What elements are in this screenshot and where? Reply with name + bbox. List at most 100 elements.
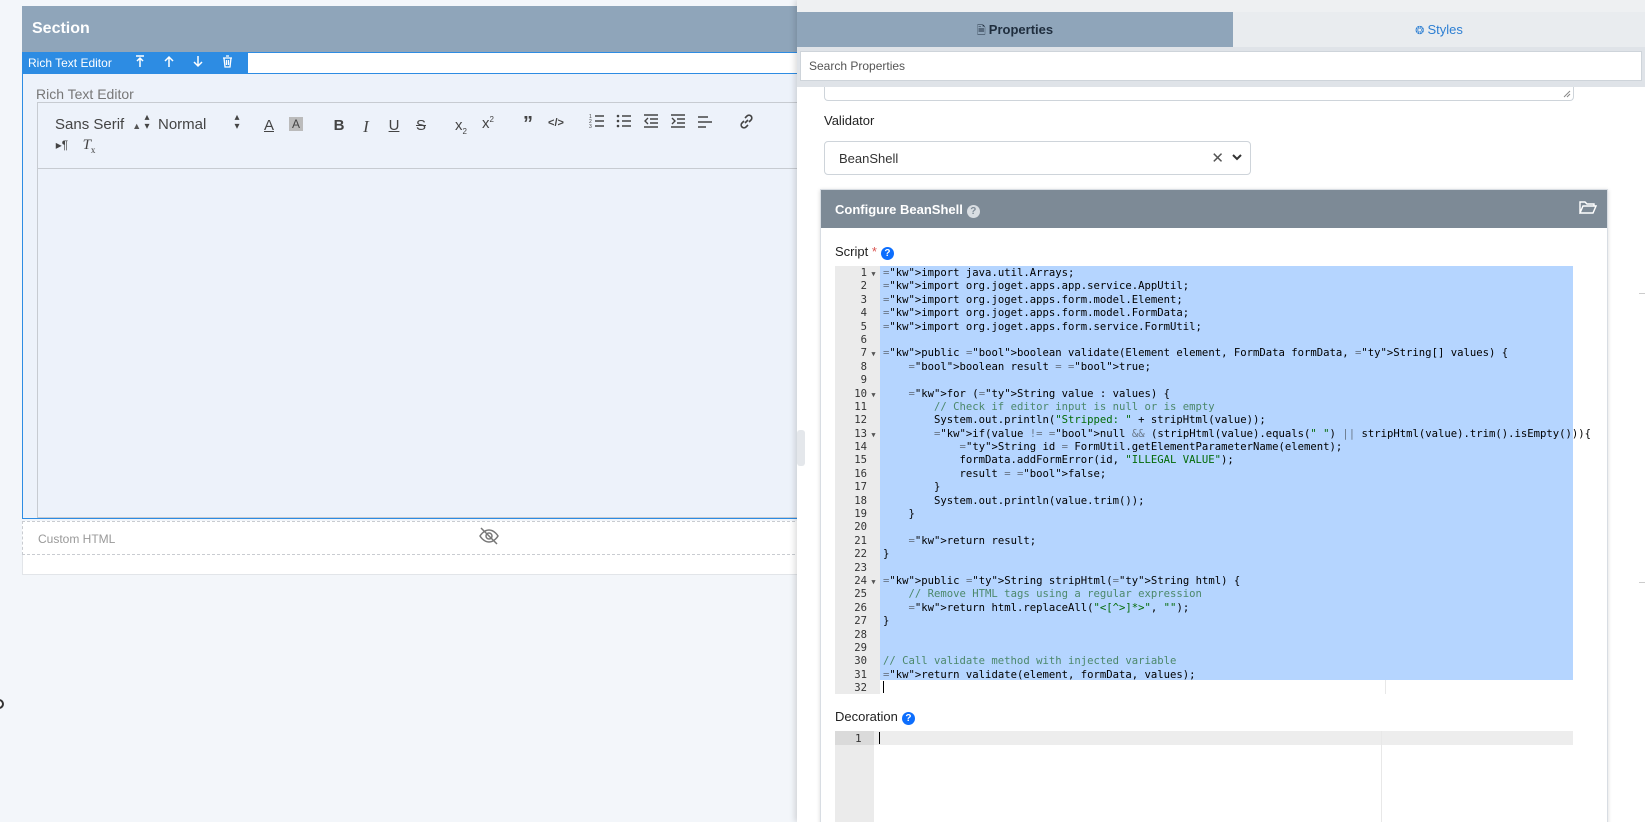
fold-arrow-icon[interactable]: ▼ (867, 268, 880, 281)
subscript-icon[interactable]: x2 (450, 117, 472, 136)
code-line: 11 // Check if editor input is null or i… (835, 400, 1214, 414)
outdent-icon[interactable] (640, 113, 662, 133)
properties-scroll-area[interactable]: Validator BeanShell ✕ Configure BeanShel… (797, 87, 1645, 822)
section-title: Section (32, 20, 90, 37)
code-line: 30 // Call validate method with injected … (835, 655, 1176, 668)
section-header[interactable]: Section (22, 6, 800, 52)
strikethrough-icon[interactable]: S (410, 117, 432, 134)
script-help-icon[interactable]: ? (880, 247, 894, 260)
clear-formatting-icon[interactable]: Tx (78, 137, 100, 155)
code-line: 26 ="kw">return html.replaceAll("<[^>]*>… (835, 602, 1189, 615)
move-to-parent-icon[interactable] (126, 55, 155, 71)
code-line: 22} (835, 548, 889, 561)
code-text: ="kw">import java.util.Arrays; (883, 267, 1075, 279)
code-line: 20 (835, 521, 880, 534)
italic-icon[interactable]: I (355, 117, 377, 137)
code-line: 19 } (835, 508, 915, 521)
fold-arrow-icon[interactable]: ▼ (867, 348, 880, 361)
code-line: 10 ▼ ="kw">for (="ty">String value : valu… (835, 388, 1170, 402)
fold-arrow-icon[interactable]: ▼ (867, 576, 880, 589)
config-panel-header: Configure BeanShell? (821, 190, 1607, 228)
decoration-label-text: Decoration (835, 709, 898, 724)
code-line: 15 formData.addFormError(id, "ILLEGAL VA… (835, 454, 1234, 467)
decoration-code-editor[interactable]: 1 (835, 731, 1573, 822)
move-up-icon[interactable] (155, 55, 184, 71)
code-block-icon[interactable]: </> (545, 117, 567, 129)
line-number: 7 (860, 347, 867, 360)
element-selection-bar (228, 52, 800, 74)
decoration-print-margin (1381, 731, 1382, 822)
superscript-icon[interactable]: x2 (477, 115, 499, 132)
code-line: 27} (835, 615, 889, 628)
font-size-arrows-icon: ▴ ▾ (234, 112, 240, 132)
code-line: 8 ="bool">boolean result = ="bool">true; (835, 360, 1151, 374)
code-text: ="kw">import org.joget.apps.app.service.… (883, 280, 1190, 293)
tab-properties[interactable]: 🗎 Properties (797, 12, 1233, 47)
script-code-editor[interactable]: 1 ▼ ="kw">import java.util.Arrays; 2 ="kw">i… (835, 266, 1591, 694)
panel-resize-handle[interactable] (797, 430, 805, 466)
code-line: 13 ▼ ="kw">if(value != ="bool">null && (s… (835, 428, 1591, 442)
decoration-active-line (835, 731, 1573, 745)
previous-textarea[interactable] (824, 87, 1574, 101)
chevron-down-icon[interactable] (1232, 150, 1242, 164)
indent-icon[interactable] (667, 113, 689, 133)
help-icon[interactable]: ? (966, 205, 980, 218)
code-text: System.out.println("Stripped: " + stripH… (883, 414, 1266, 427)
decoration-line-number: 1 (855, 732, 862, 745)
clear-icon[interactable]: ✕ (1211, 149, 1224, 167)
font-size-value: Normal (158, 116, 207, 133)
line-number: 17 (854, 481, 867, 494)
tab-styles-label: Styles (1427, 22, 1463, 37)
code-line: 12 System.out.println("Stripped: " + str… (835, 414, 1265, 427)
text-caret (883, 681, 884, 693)
line-number: 31 (854, 668, 867, 681)
font-size-select[interactable]: Normal (158, 116, 206, 133)
scroll-marker (1639, 582, 1645, 583)
line-number: 27 (854, 615, 867, 628)
code-line: 16 result = ="bool">false; (835, 468, 1106, 481)
blockquote-icon[interactable]: ” (517, 113, 539, 136)
text-color-icon[interactable]: A (258, 117, 280, 134)
bullet-list-icon[interactable] (613, 113, 635, 133)
search-properties-input[interactable] (800, 51, 1642, 81)
code-text: ="kw">return result; (908, 534, 1037, 547)
fold-arrow-icon[interactable]: ▼ (867, 389, 880, 402)
ordered-list-icon[interactable]: 123 (586, 113, 608, 133)
drag-handle-dot[interactable] (0, 699, 4, 709)
line-number: 8 (860, 360, 867, 373)
resize-grip-icon[interactable] (1563, 90, 1571, 98)
code-text: ="kw">public ="bool">boolean validate(El… (883, 347, 1509, 360)
custom-html-element[interactable]: Custom HTML (22, 521, 800, 555)
code-line: 3 ="kw">import org.joget.apps.form.model.… (835, 294, 1183, 307)
line-number: 22 (854, 548, 867, 561)
section-footer (22, 555, 800, 575)
code-line: 4 ="kw">import org.joget.apps.form.model.… (835, 307, 1190, 320)
font-family-value: Sans Serif (55, 116, 125, 133)
folder-open-icon[interactable] (1578, 200, 1598, 218)
bold-icon[interactable]: B (328, 117, 350, 134)
code-text: ="kw">for (="ty">String value : values) … (908, 387, 1171, 400)
background-color-icon[interactable]: A (289, 117, 303, 131)
decoration-help-icon[interactable]: ? (901, 712, 915, 725)
line-number: 11 (854, 400, 867, 413)
font-family-select[interactable]: Sans Serif ▲ (55, 116, 141, 133)
underline-icon[interactable]: U (383, 117, 405, 134)
code-text: } (883, 481, 941, 494)
link-icon[interactable] (735, 113, 757, 134)
line-number: 28 (854, 628, 867, 641)
code-line: 18 System.out.println(value.trim()); (835, 495, 1144, 508)
code-line: 14 ="ty">String id = FormUtil.getElement… (835, 441, 1342, 454)
required-mark: * (871, 244, 877, 259)
text-direction-icon[interactable]: ▸¶ (51, 138, 73, 152)
delete-icon[interactable] (213, 55, 242, 71)
code-line: 28 (835, 629, 880, 642)
code-line: 21 ="kw">return result; (835, 535, 1036, 548)
align-left-icon[interactable] (694, 114, 716, 134)
tab-styles[interactable]: ❂ Styles (1233, 12, 1645, 47)
code-line: 2 ="kw">import org.joget.apps.app.service… (835, 280, 1190, 293)
line-number: 12 (854, 414, 867, 427)
svg-text:3: 3 (589, 124, 592, 129)
move-down-icon[interactable] (184, 55, 213, 71)
validator-select[interactable]: BeanShell ✕ (824, 141, 1251, 175)
fold-arrow-icon[interactable]: ▼ (867, 429, 880, 442)
